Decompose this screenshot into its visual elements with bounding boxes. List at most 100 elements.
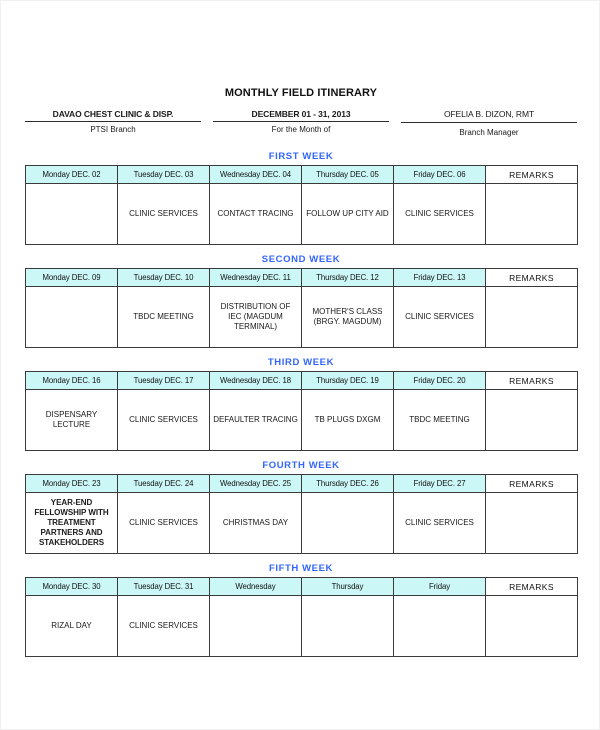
activity-cell[interactable] [25,183,118,245]
day-header-cell: Tuesday DEC. 24 [117,474,210,493]
week-label: SECOND WEEK [261,254,341,265]
day-header-cell: Tuesday DEC. 17 [117,371,210,390]
activity-cell[interactable]: DEFAULTER TRACING [209,389,302,451]
day-header-cell: Wednesday DEC. 18 [209,371,302,390]
week-label: FOURTH WEEK [262,460,340,471]
day-header-cell: Friday DEC. 06 [393,165,486,184]
week-table: Monday DEC. 16 Tuesday DEC. 17 Wednesday D… [25,371,578,451]
day-header-cell: Thursday [301,577,394,596]
day-header-cell: Thursday DEC. 26 [301,474,394,493]
week-label: THIRD WEEK [267,357,335,368]
table-header-row: Monday DEC. 16 Tuesday DEC. 17 Wednesday D… [25,371,578,390]
header-period-block: DECEMBER 01 - 31, 2013 For the Month of [213,109,389,134]
week-label: FIRST WEEK [268,151,334,162]
manager-title-label: Branch Manager [459,128,519,137]
day-header-cell: Thursday DEC. 05 [301,165,394,184]
remarks-cell[interactable] [485,183,578,245]
table-header-row: Monday DEC. 02 Tuesday DEC. 03 Wednesday D… [25,165,578,184]
day-header-cell: Monday DEC. 09 [25,268,118,287]
week-table: Monday DEC. 02 Tuesday DEC. 03 Wednesday D… [25,165,578,245]
day-header-cell: Thursday DEC. 19 [301,371,394,390]
remarks-header-cell: REMARKS [485,577,578,596]
remarks-header-cell: REMARKS [485,371,578,390]
week-table: Monday DEC. 09 Tuesday DEC. 10 Wednesday D… [25,268,578,348]
activity-cell[interactable] [301,595,394,657]
period-caption: For the Month of [271,125,331,134]
activity-cell[interactable]: TB PLUGS DXGM [301,389,394,451]
table-row: YEAR-END FELLOWSHIP WITH TREATMENT PARTN… [25,492,578,554]
activity-cell[interactable] [209,595,302,657]
activity-cell[interactable]: CLINIC SERVICES [393,492,486,554]
activity-cell[interactable] [301,492,394,554]
day-header-cell: Wednesday DEC. 25 [209,474,302,493]
manager-signature-rule [401,122,577,123]
activity-cell[interactable]: CHRISTMAS DAY [209,492,302,554]
day-header-cell: Monday DEC. 16 [25,371,118,390]
remarks-header-cell: REMARKS [485,474,578,493]
weeks-container: FIRST WEEK Monday DEC. 02 Tuesday DEC. 03 W… [25,149,578,657]
activity-cell[interactable]: CLINIC SERVICES [393,286,486,348]
table-header-row: Monday DEC. 09 Tuesday DEC. 10 Wednesday D… [25,268,578,287]
activity-cell[interactable]: CLINIC SERVICES [117,389,210,451]
week-block: FIFTH WEEK Monday DEC. 30 Tuesday DEC. 31 W… [25,561,578,657]
activity-cell[interactable]: TBDC MEETING [117,286,210,348]
day-header-cell: Wednesday DEC. 11 [209,268,302,287]
day-header-cell: Monday DEC. 23 [25,474,118,493]
activity-cell[interactable]: DISTRIBUTION OF IEC (MAGDUM TERMINAL) [209,286,302,348]
activity-cell[interactable]: CONTACT TRACING [209,183,302,245]
day-header-cell: Friday DEC. 20 [393,371,486,390]
day-header-cell: Thursday DEC. 12 [301,268,394,287]
activity-cell[interactable]: CLINIC SERVICES [117,183,210,245]
table-row: DISPENSARY LECTURE CLINIC SERVICES DEFAULT… [25,389,578,451]
activity-cell[interactable]: FOLLOW UP CITY AID [301,183,394,245]
table-header-row: Monday DEC. 23 Tuesday DEC. 24 Wednesday D… [25,474,578,493]
day-header-cell: Wednesday DEC. 04 [209,165,302,184]
week-block: SECOND WEEK Monday DEC. 09 Tuesday DEC. 10… [25,252,578,348]
activity-cell[interactable]: MOTHER'S CLASS (BRGY. MAGDUM) [301,286,394,348]
day-header-cell: Tuesday DEC. 31 [117,577,210,596]
activity-cell[interactable]: TBDC MEETING [393,389,486,451]
table-row: TBDC MEETING DISTRIBUTION OF IEC (MAGDUM … [25,286,578,348]
page-title: MONTHLY FIELD ITINERARY [224,87,378,99]
activity-cell[interactable]: RIZAL DAY [25,595,118,657]
header-clinic-block: DAVAO CHEST CLINIC & DISP. PTSI Branch [25,109,201,134]
activity-cell[interactable]: CLINIC SERVICES [117,492,210,554]
remarks-cell[interactable] [485,492,578,554]
day-header-cell: Friday DEC. 27 [393,474,486,493]
period-range: DECEMBER 01 - 31, 2013 [213,109,389,122]
day-header-cell: Tuesday DEC. 03 [117,165,210,184]
week-label: FIFTH WEEK [268,563,334,574]
clinic-name: DAVAO CHEST CLINIC & DISP. [25,109,201,122]
activity-cell[interactable] [25,286,118,348]
week-block: FIRST WEEK Monday DEC. 02 Tuesday DEC. 03 W… [25,149,578,245]
day-header-cell: Wednesday [209,577,302,596]
activity-cell[interactable]: CLINIC SERVICES [117,595,210,657]
week-table: Monday DEC. 23 Tuesday DEC. 24 Wednesday D… [25,474,578,554]
activity-cell[interactable]: CLINIC SERVICES [393,183,486,245]
manager-name: OFELIA B. DIZON, RMT [443,109,535,119]
header-manager-block: OFELIA B. DIZON, RMT Branch Manager [401,109,577,137]
day-header-cell: Monday DEC. 02 [25,165,118,184]
table-header-row: Monday DEC. 30 Tuesday DEC. 31 Wednesday Th… [25,577,578,596]
document-header: DAVAO CHEST CLINIC & DISP. PTSI Branch D… [25,109,577,137]
remarks-cell[interactable] [485,595,578,657]
itinerary-sheet: MONTHLY FIELD ITINERARY DAVAO CHEST CLIN… [25,87,578,664]
remarks-header-cell: REMARKS [485,268,578,287]
day-header-cell: Friday DEC. 13 [393,268,486,287]
activity-cell[interactable]: YEAR-END FELLOWSHIP WITH TREATMENT PARTN… [25,492,118,554]
document-page: MONTHLY FIELD ITINERARY DAVAO CHEST CLIN… [0,0,600,730]
week-block: FOURTH WEEK Monday DEC. 23 Tuesday DEC. 24… [25,458,578,554]
activity-cell[interactable] [393,595,486,657]
table-row: RIZAL DAY CLINIC SERVICES [25,595,578,657]
remarks-header-cell: REMARKS [485,165,578,184]
week-table: Monday DEC. 30 Tuesday DEC. 31 Wednesday Th… [25,577,578,657]
day-header-cell: Tuesday DEC. 10 [117,268,210,287]
activity-cell[interactable]: DISPENSARY LECTURE [25,389,118,451]
day-header-cell: Friday [393,577,486,596]
remarks-cell[interactable] [485,389,578,451]
week-block: THIRD WEEK Monday DEC. 16 Tuesday DEC. 17 W… [25,355,578,451]
table-row: CLINIC SERVICES CONTACT TRACING FOLLOW UP … [25,183,578,245]
day-header-cell: Monday DEC. 30 [25,577,118,596]
remarks-cell[interactable] [485,286,578,348]
clinic-branch-label: PTSI Branch [90,125,136,134]
